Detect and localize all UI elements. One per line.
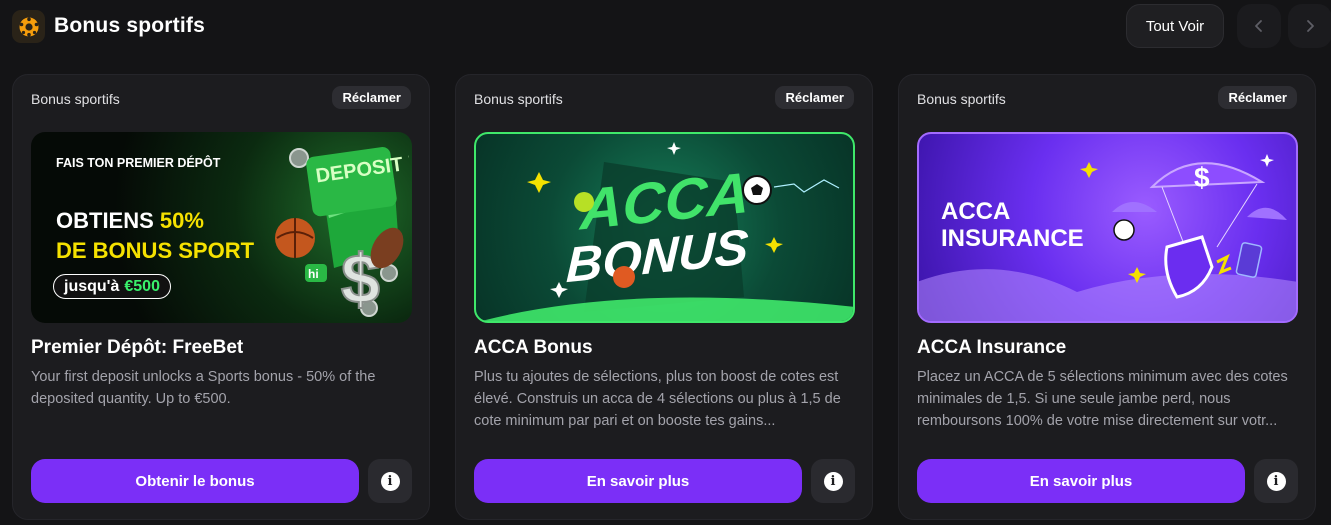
card-title: Premier Dépôt: FreeBet — [31, 337, 244, 358]
see-all-button[interactable]: Tout Voir — [1126, 4, 1224, 48]
card-description: Plus tu ajoutes de sélections, plus ton … — [474, 369, 841, 429]
banner-offer: OBTIENS 50% — [56, 208, 204, 233]
banner-amount-pill: jusqu'à €500 — [53, 274, 171, 299]
bonus-card-first-deposit: Bonus sportifs Réclamer FAIS TON PREMIER… — [12, 74, 430, 520]
parachute-shield-icon: $ — [919, 154, 1296, 321]
info-icon: i — [1266, 471, 1286, 491]
section-header: Bonus sportifs Tout Voir — [12, 4, 1331, 48]
claim-badge[interactable]: Réclamer — [775, 86, 854, 109]
first-deposit-banner[interactable]: FAIS TON PREMIER DÉPÔT OBTIENS 50% DE BO… — [31, 132, 412, 323]
learn-more-button[interactable]: En savoir plus — [474, 459, 802, 503]
card-category: Bonus sportifs — [917, 91, 1006, 107]
card-title: ACCA Bonus — [474, 337, 593, 358]
acca-bonus-banner[interactable]: ACCA BONUS — [474, 132, 855, 323]
info-icon: i — [823, 471, 843, 491]
chevron-left-icon — [1255, 20, 1262, 32]
claim-badge[interactable]: Réclamer — [1218, 86, 1297, 109]
card-category: Bonus sportifs — [474, 91, 563, 107]
svg-text:$: $ — [1194, 162, 1210, 193]
carousel-next-button[interactable] — [1288, 4, 1331, 48]
chevron-right-icon — [1307, 20, 1314, 32]
claim-badge[interactable]: Réclamer — [332, 86, 411, 109]
svg-text:hi: hi — [308, 267, 319, 281]
banner-offer-line2: DE BONUS SPORT — [56, 238, 255, 263]
get-bonus-button[interactable]: Obtenir le bonus — [31, 459, 359, 503]
bonus-card-acca-bonus: Bonus sportifs Réclamer ACCA BONUS ACCA … — [455, 74, 873, 520]
deposit-bonus-gift-icon: DEPOSIT BONUS $ hi — [275, 143, 409, 318]
info-button[interactable]: i — [811, 459, 855, 503]
card-description: Your first deposit unlocks a Sports bonu… — [31, 369, 376, 407]
page-title: Bonus sportifs — [54, 14, 205, 37]
info-button[interactable]: i — [368, 459, 412, 503]
bonus-card-acca-insurance: Bonus sportifs Réclamer ACCA INSURANCE $… — [898, 74, 1316, 520]
card-description: Placez un ACCA de 5 sélections minimum a… — [917, 369, 1288, 429]
learn-more-button[interactable]: En savoir plus — [917, 459, 1245, 503]
soccer-ball-icon — [12, 10, 45, 43]
deposit-bonus-badge-text: DEPOSIT BONUS — [314, 143, 409, 188]
acca-insurance-banner[interactable]: ACCA INSURANCE $ — [917, 132, 1298, 323]
banner-headline: FAIS TON PREMIER DÉPÔT — [56, 156, 221, 170]
card-category: Bonus sportifs — [31, 91, 120, 107]
info-icon: i — [380, 471, 400, 491]
acca-bonus-artwork: ACCA BONUS — [481, 142, 853, 321]
card-title: ACCA Insurance — [917, 337, 1067, 358]
carousel-prev-button[interactable] — [1237, 4, 1281, 48]
info-button[interactable]: i — [1254, 459, 1298, 503]
